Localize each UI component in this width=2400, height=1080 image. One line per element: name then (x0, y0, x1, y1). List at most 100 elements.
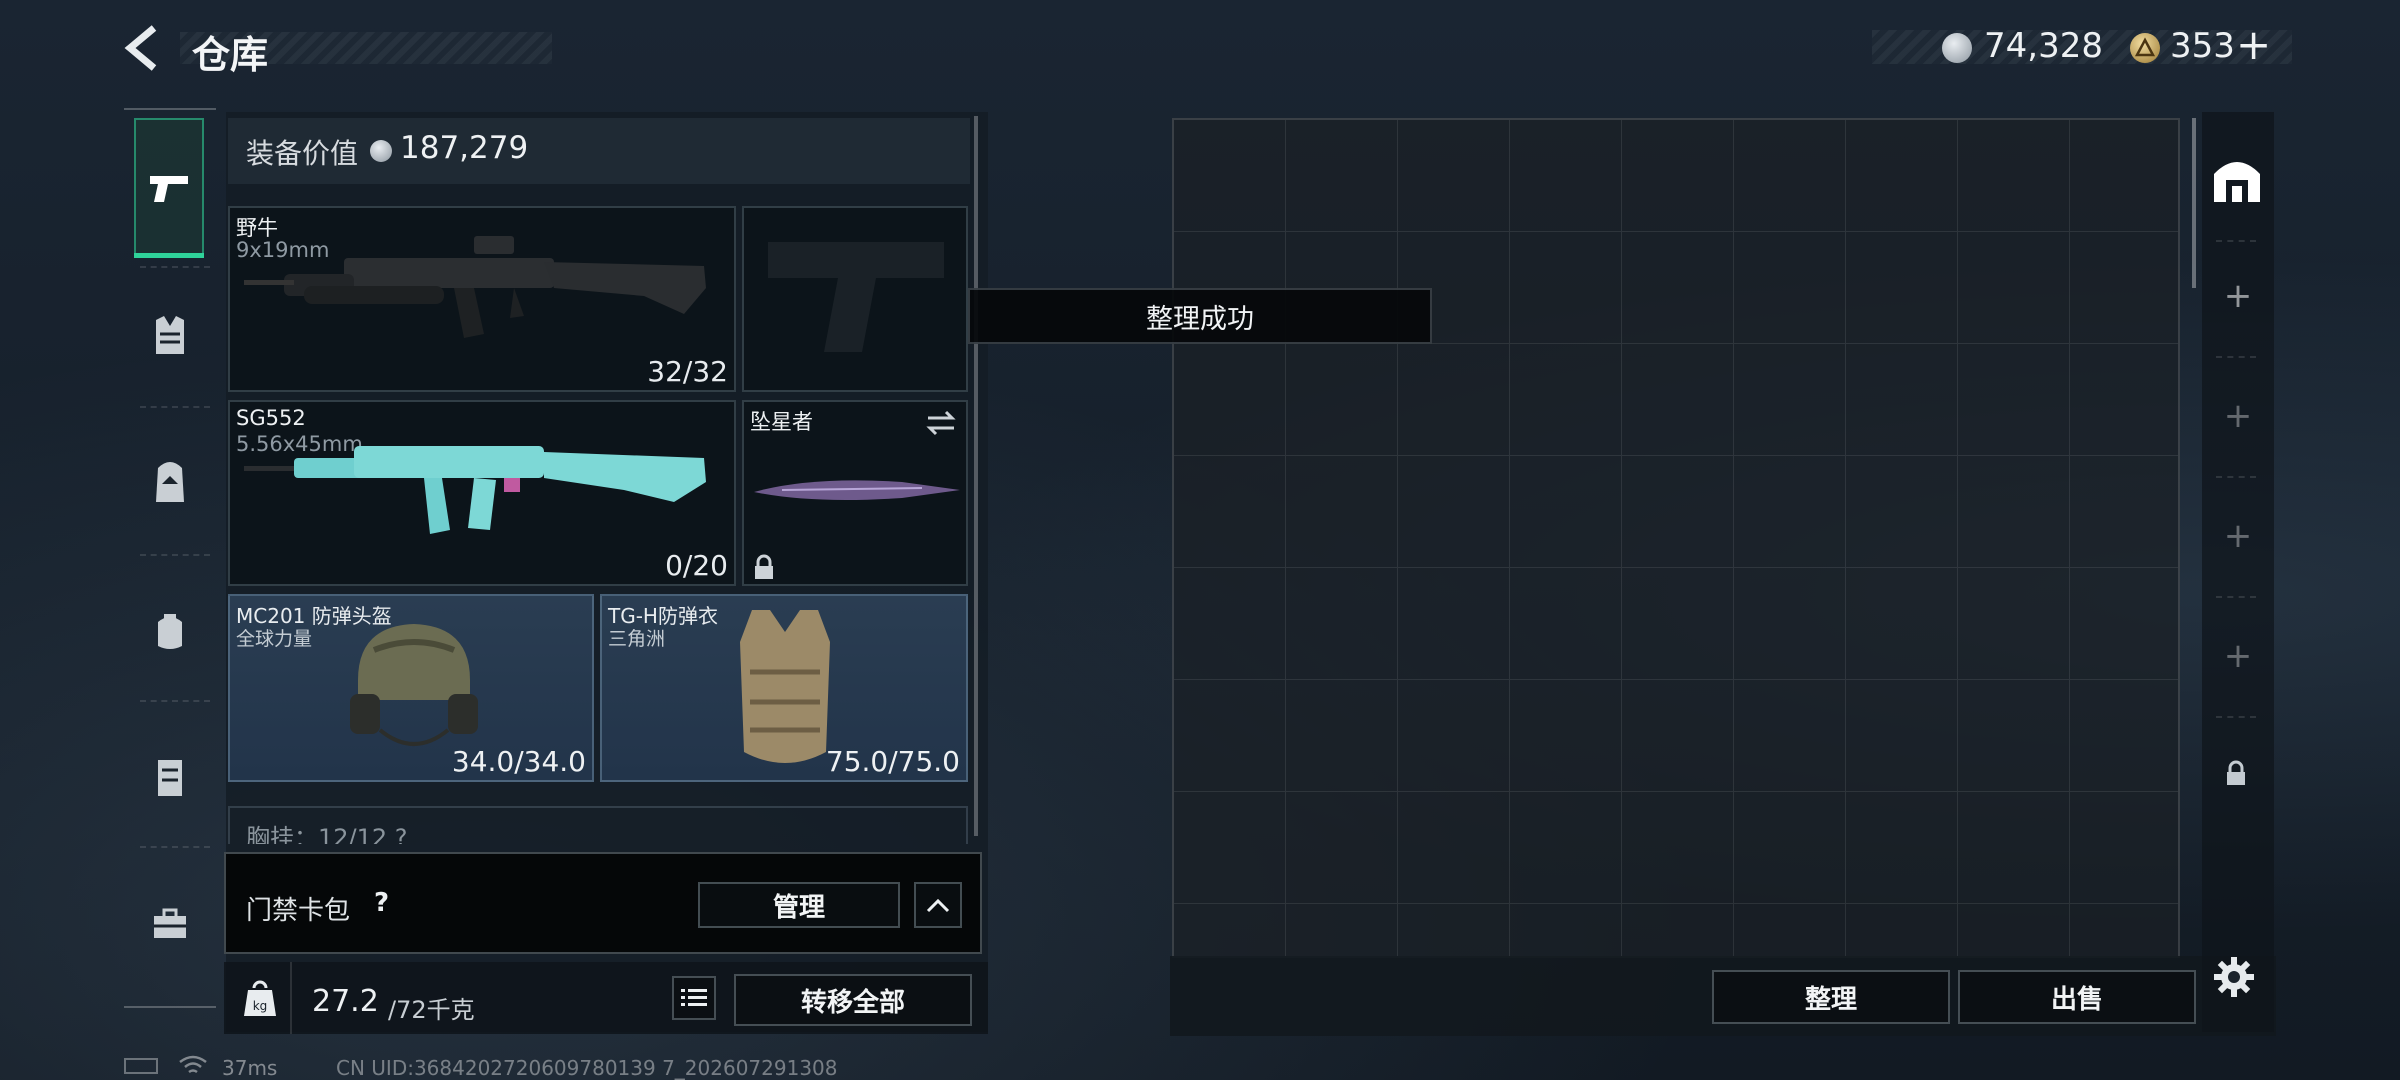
sidebar-item-case[interactable] (140, 742, 200, 812)
storage-cell[interactable] (1398, 680, 1510, 792)
storage-cell[interactable] (1846, 904, 1958, 956)
storage-cell[interactable] (1286, 792, 1398, 904)
storage-cell[interactable] (2070, 904, 2178, 956)
back-button[interactable] (118, 22, 170, 74)
add-storage-tab-button[interactable]: + (2218, 396, 2258, 436)
sort-button[interactable]: 整理 (1712, 970, 1950, 1024)
storage-cell[interactable] (1510, 568, 1622, 680)
storage-cell[interactable] (1958, 344, 2070, 456)
storage-cell[interactable] (1958, 120, 2070, 232)
storage-cell[interactable] (1286, 344, 1398, 456)
storage-cell[interactable] (1622, 120, 1734, 232)
storage-cell[interactable] (1510, 232, 1622, 344)
add-storage-tab-button[interactable]: + (2218, 516, 2258, 556)
storage-cell[interactable] (1846, 456, 1958, 568)
storage-cell[interactable] (1398, 904, 1510, 956)
gear-icon[interactable] (2212, 955, 2256, 999)
storage-cell[interactable] (1622, 456, 1734, 568)
sidebar-item-toolbox[interactable] (140, 888, 200, 958)
storage-cell[interactable] (2070, 232, 2178, 344)
storage-cell[interactable] (2070, 792, 2178, 904)
storage-cell[interactable] (1622, 904, 1734, 956)
helmet-slot[interactable]: MC201 防弹头盔 全球力量 34.0/34.0 (228, 594, 594, 782)
storage-cell[interactable] (1174, 344, 1286, 456)
swap-icon[interactable] (924, 408, 958, 438)
storage-cell[interactable] (1286, 904, 1398, 956)
keycard-expand-button[interactable] (914, 882, 962, 928)
keycard-manage-button[interactable]: 管理 (698, 882, 900, 928)
storage-cell[interactable] (1958, 456, 2070, 568)
storage-cell[interactable] (1734, 456, 1846, 568)
storage-cell[interactable] (2070, 568, 2178, 680)
storage-cell[interactable] (1174, 120, 1286, 232)
storage-cell[interactable] (2070, 680, 2178, 792)
storage-scrollbar[interactable] (2192, 118, 2196, 288)
storage-cell[interactable] (1622, 680, 1734, 792)
melee-slot[interactable]: 坠星者 (742, 400, 968, 586)
transfer-all-button[interactable]: 转移全部 (734, 974, 972, 1026)
storage-cell[interactable] (1846, 792, 1958, 904)
storage-cell[interactable] (1398, 792, 1510, 904)
storage-cell[interactable] (1622, 568, 1734, 680)
storage-cell[interactable] (1174, 680, 1286, 792)
storage-cell[interactable] (1510, 792, 1622, 904)
storage-cell[interactable] (1846, 568, 1958, 680)
storage-cell[interactable] (1734, 344, 1846, 456)
storage-cell[interactable] (1398, 120, 1510, 232)
add-currency-button[interactable]: + (2236, 20, 2271, 69)
storage-cell[interactable] (1398, 568, 1510, 680)
storage-cell[interactable] (1958, 792, 2070, 904)
storage-cell[interactable] (1174, 904, 1286, 956)
keycard-help-button[interactable]: ? (374, 888, 389, 918)
storage-cell[interactable] (1958, 904, 2070, 956)
storage-cell[interactable] (1622, 792, 1734, 904)
storage-cell[interactable] (1734, 568, 1846, 680)
sidebar-item-backpack[interactable] (140, 446, 200, 516)
storage-cell[interactable] (2070, 344, 2178, 456)
storage-cell[interactable] (1958, 232, 2070, 344)
sidearm-slot[interactable] (742, 206, 968, 392)
storage-cell[interactable] (1846, 344, 1958, 456)
sidebar-item-vest[interactable] (140, 300, 200, 370)
storage-cell[interactable] (1510, 120, 1622, 232)
chest-rig-row[interactable]: 胸挂：12/12 ? (228, 806, 968, 844)
storage-cell[interactable] (1510, 904, 1622, 956)
add-storage-tab-button[interactable]: + (2218, 276, 2258, 316)
secondary-weapon-slot[interactable]: SG552 5.56x45mm 0/20 (228, 400, 736, 586)
storage-cell[interactable] (1734, 120, 1846, 232)
storage-cell[interactable] (1510, 680, 1622, 792)
storage-cell[interactable] (1958, 568, 2070, 680)
storage-tab-main[interactable] (2208, 150, 2266, 208)
storage-cell[interactable] (2070, 456, 2178, 568)
storage-cell[interactable] (1286, 680, 1398, 792)
storage-cell[interactable] (1846, 680, 1958, 792)
sell-button[interactable]: 出售 (1958, 970, 2196, 1024)
storage-cell[interactable] (1174, 456, 1286, 568)
storage-grid[interactable] (1172, 118, 2180, 958)
storage-cell[interactable] (1286, 568, 1398, 680)
storage-cell[interactable] (1174, 792, 1286, 904)
storage-cell[interactable] (1734, 680, 1846, 792)
storage-cell[interactable] (1734, 232, 1846, 344)
storage-cell[interactable] (1846, 120, 1958, 232)
armor-slot[interactable]: TG-H防弹衣 三角洲 75.0/75.0 (600, 594, 968, 782)
storage-cell[interactable] (1734, 792, 1846, 904)
list-view-button[interactable] (672, 976, 716, 1020)
storage-cell[interactable] (1734, 904, 1846, 956)
primary-weapon-slot[interactable]: 野牛 9x19mm 32/32 (228, 206, 736, 392)
storage-cell[interactable] (1174, 568, 1286, 680)
sidebar-item-weapons[interactable] (134, 118, 204, 258)
storage-cell[interactable] (1622, 232, 1734, 344)
storage-cell[interactable] (1622, 344, 1734, 456)
storage-cell[interactable] (2070, 120, 2178, 232)
storage-cell[interactable] (1846, 232, 1958, 344)
storage-cell[interactable] (1510, 456, 1622, 568)
loadout-scrollbar[interactable] (974, 116, 978, 836)
add-storage-tab-button[interactable]: + (2218, 636, 2258, 676)
storage-cell[interactable] (1286, 120, 1398, 232)
storage-cell[interactable] (1958, 680, 2070, 792)
sidebar-item-pouch[interactable] (140, 596, 200, 666)
storage-cell[interactable] (1398, 344, 1510, 456)
storage-cell[interactable] (1510, 344, 1622, 456)
storage-cell[interactable] (1398, 456, 1510, 568)
